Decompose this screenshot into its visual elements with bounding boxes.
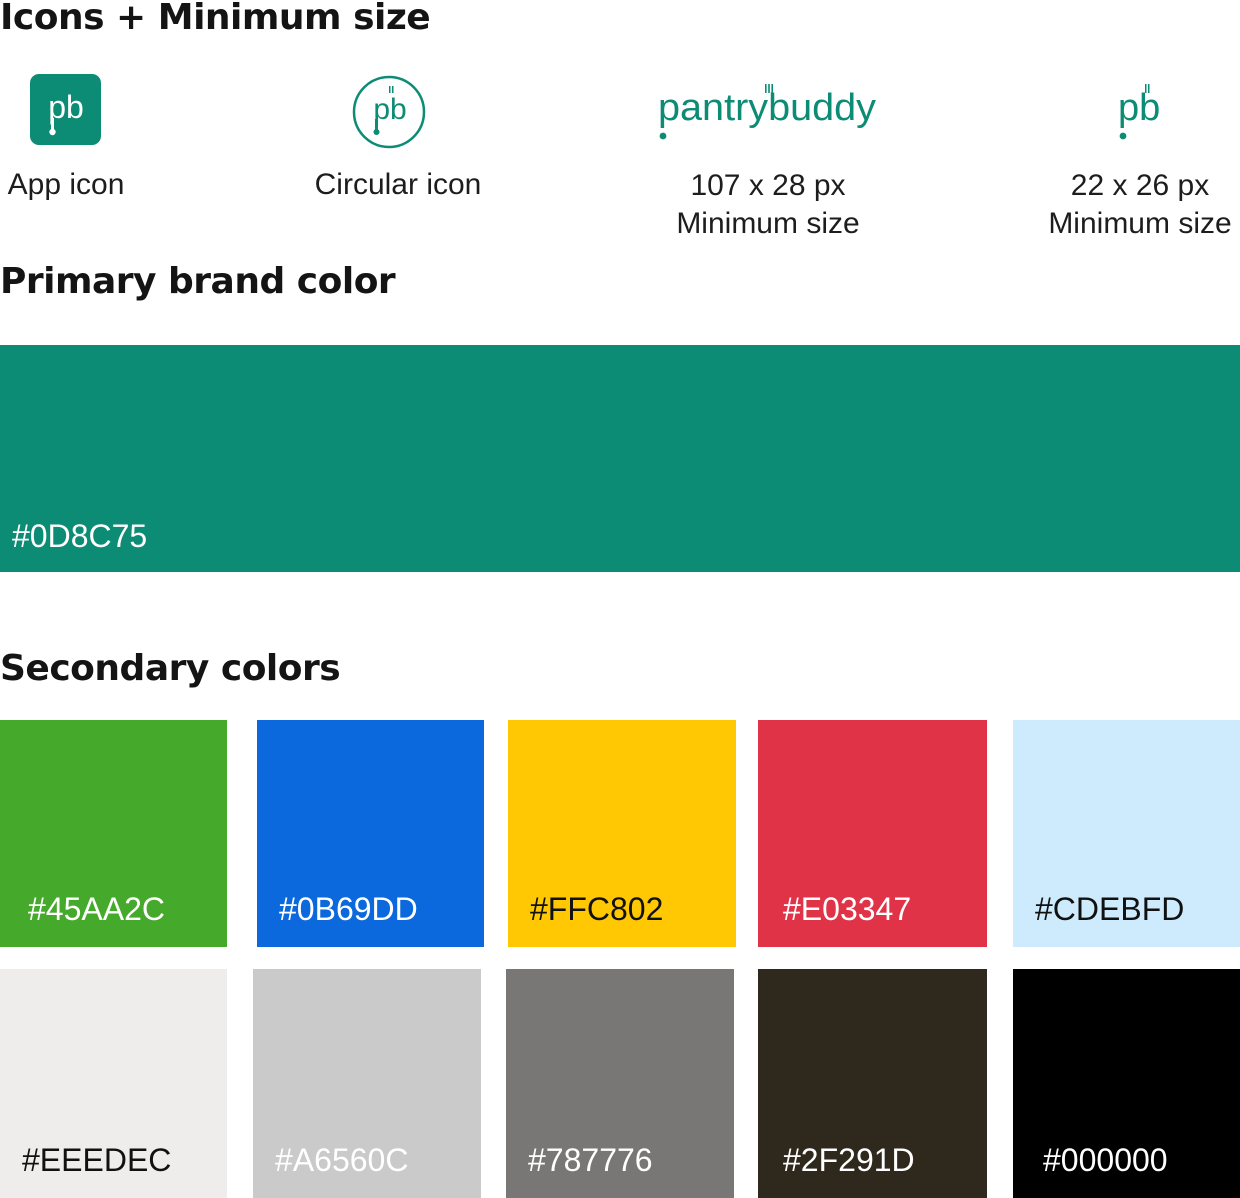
swatch-0b69dd: #0B69DD [257,720,484,947]
pantrybuddy-wordmark: pantry buddy [658,84,876,140]
swatch-hex: #CDEBFD [1035,891,1185,927]
primary-color-hex: #0D8C75 [12,518,148,554]
circular-icon-label: Circular icon [314,168,482,201]
wordmark-text-buddy: buddy [768,87,876,129]
circular-icon: pb [352,75,426,149]
wordmark-size: 107 x 28 px [690,169,846,202]
primary-color-heading: Primary brand color [0,261,396,302]
secondary-colors-heading: Secondary colors [0,648,341,689]
monogram-text: pb [1118,87,1160,129]
swatch-787776: #787776 [506,969,734,1198]
swatch-hex: #000000 [1043,1142,1168,1178]
swatch-hex: #EEEDEC [22,1142,172,1178]
swatch-hex: #2F291D [783,1142,915,1178]
app-icon-label: App icon [7,168,125,201]
primary-color-swatch: #0D8C75 [0,345,1240,572]
swatch-hex: #787776 [528,1142,653,1178]
monogram-min-size-note: Minimum size [1048,207,1232,240]
pb-monogram: pb [1118,84,1160,140]
svg-text:pantrybuddy: pantry buddy [658,87,876,129]
swatch-a6560c: #A6560C [253,969,481,1198]
swatch-cdebfd: #CDEBFD [1013,720,1240,947]
circular-icon-monogram: pb [373,93,406,126]
swatch-000000: #000000 [1013,969,1240,1198]
wordmark-min-size-note: Minimum size [676,207,860,240]
monogram-size: 22 x 26 px [1070,169,1210,202]
swatch-ffc802: #FFC802 [508,720,736,947]
icons-section-heading: Icons + Minimum size [0,0,431,38]
swatch-2f291d: #2F291D [758,969,987,1198]
swatch-hex: #FFC802 [530,891,664,927]
swatch-eeedec: #EEEDEC [0,969,227,1198]
swatch-e03347: #E03347 [758,720,987,947]
swatch-hex: #A6560C [275,1142,409,1178]
app-icon: pb [30,74,101,145]
swatch-hex: #E03347 [783,891,912,927]
swatch-hex: #0B69DD [279,891,418,927]
swatch-45aa2c: #45AA2C [0,720,227,947]
wordmark-text-pantry: pantry [658,87,768,129]
swatch-hex: #45AA2C [28,891,165,927]
